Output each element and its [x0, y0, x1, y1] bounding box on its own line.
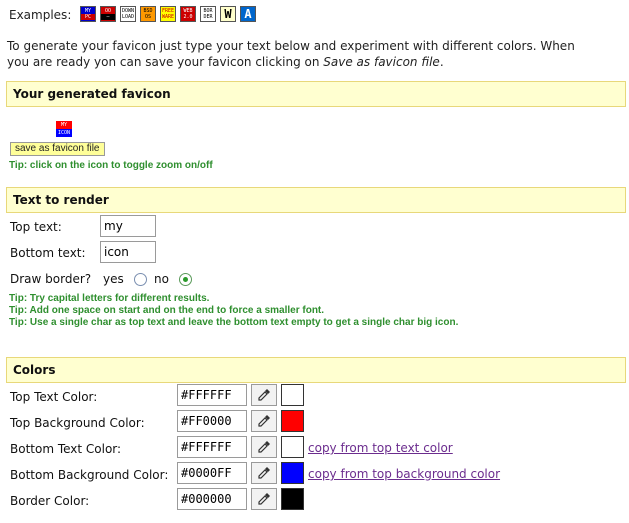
example-icon[interactable]: BOR DER	[200, 6, 216, 22]
draw-border-label: Draw border?	[10, 272, 92, 286]
border-yes-radio[interactable]	[134, 273, 147, 286]
generated-favicon[interactable]: MY ICON	[56, 121, 72, 137]
example-icon-bottom-text: PC	[81, 14, 95, 20]
color-label: Border Color:	[10, 494, 90, 508]
eyedropper-button[interactable]	[251, 436, 277, 458]
color-label: Bottom Background Color:	[10, 468, 169, 482]
border-no-label: no	[154, 272, 169, 286]
intro-line2-prefix: you are ready yon can save your favicon …	[7, 55, 324, 69]
example-icon[interactable]: FREE WARE	[160, 6, 176, 22]
color-swatch[interactable]	[281, 436, 304, 458]
eyedropper-icon	[258, 493, 270, 505]
intro-line1: To generate your favicon just type your …	[7, 39, 575, 53]
color-label: Bottom Text Color:	[10, 442, 122, 456]
example-icon[interactable]: A	[240, 6, 256, 22]
colors-header: Colors	[6, 357, 626, 383]
example-icon[interactable]: W	[220, 6, 236, 22]
favicon-top-text: MY	[56, 121, 72, 129]
intro-text: To generate your favicon just type your …	[7, 38, 622, 70]
color-hex-input[interactable]	[177, 462, 247, 484]
examples-label: Examples:	[9, 8, 72, 22]
bottom-text-input[interactable]	[100, 241, 156, 263]
tip-single-char: Tip: Use a single char as top text and l…	[9, 317, 459, 328]
eyedropper-button[interactable]	[251, 462, 277, 484]
example-icon-bottom-text: —	[101, 14, 115, 20]
example-icon-bottom-text: LOAD	[121, 14, 135, 20]
copy-color-link[interactable]: copy from top text color	[308, 441, 453, 455]
example-icon[interactable]: WEB 2.0	[180, 6, 196, 22]
favicon-bottom-text: ICON	[56, 129, 72, 137]
text-to-render-header: Text to render	[6, 187, 626, 213]
color-hex-input[interactable]	[177, 410, 247, 432]
example-icons: MY PC OO — DOWN LOAD BSD OS FREE WARE WEB 2.0 BOR DER…	[80, 6, 256, 22]
tip-smaller-font: Tip: Add one space on start and on the e…	[9, 305, 325, 316]
generated-favicon-header: Your generated favicon	[6, 81, 626, 107]
example-icon-bottom-text: DER	[201, 14, 215, 20]
eyedropper-icon	[258, 467, 270, 479]
copy-color-link[interactable]: copy from top background color	[308, 467, 500, 481]
intro-line2-suffix: .	[439, 55, 444, 69]
example-icon-top-text: A	[244, 7, 252, 21]
color-swatch[interactable]	[281, 410, 304, 432]
example-icon-bottom-text: 2.0	[181, 14, 195, 20]
border-no-radio[interactable]	[179, 273, 192, 286]
example-icon[interactable]: MY PC	[80, 6, 96, 22]
example-icon-bottom-text: WARE	[161, 14, 175, 20]
color-swatch[interactable]	[281, 462, 304, 484]
eyedropper-button[interactable]	[251, 488, 277, 510]
example-icon[interactable]: BSD OS	[140, 6, 156, 22]
color-label: Top Text Color:	[10, 390, 98, 404]
example-icon-bottom-text: OS	[141, 14, 155, 20]
color-label: Top Background Color:	[10, 416, 145, 430]
top-text-label: Top text:	[10, 220, 62, 234]
top-text-input[interactable]	[100, 215, 156, 237]
example-icon-top-text: W	[224, 7, 232, 21]
border-yes-label: yes	[103, 272, 124, 286]
tip-capital-letters: Tip: Try capital letters for different r…	[9, 293, 210, 304]
eyedropper-icon	[258, 441, 270, 453]
eyedropper-button[interactable]	[251, 384, 277, 406]
color-swatch[interactable]	[281, 488, 304, 510]
intro-line2-emphasis: Save as favicon file	[323, 55, 440, 69]
color-hex-input[interactable]	[177, 488, 247, 510]
color-swatch[interactable]	[281, 384, 304, 406]
eyedropper-button[interactable]	[251, 410, 277, 432]
zoom-tip: Tip: click on the icon to toggle zoom on…	[9, 160, 213, 171]
eyedropper-icon	[258, 389, 270, 401]
save-favicon-button[interactable]: save as favicon file	[10, 142, 105, 156]
example-icon[interactable]: OO —	[100, 6, 116, 22]
bottom-text-label: Bottom text:	[10, 246, 86, 260]
eyedropper-icon	[258, 415, 270, 427]
color-hex-input[interactable]	[177, 384, 247, 406]
example-icon[interactable]: DOWN LOAD	[120, 6, 136, 22]
color-hex-input[interactable]	[177, 436, 247, 458]
